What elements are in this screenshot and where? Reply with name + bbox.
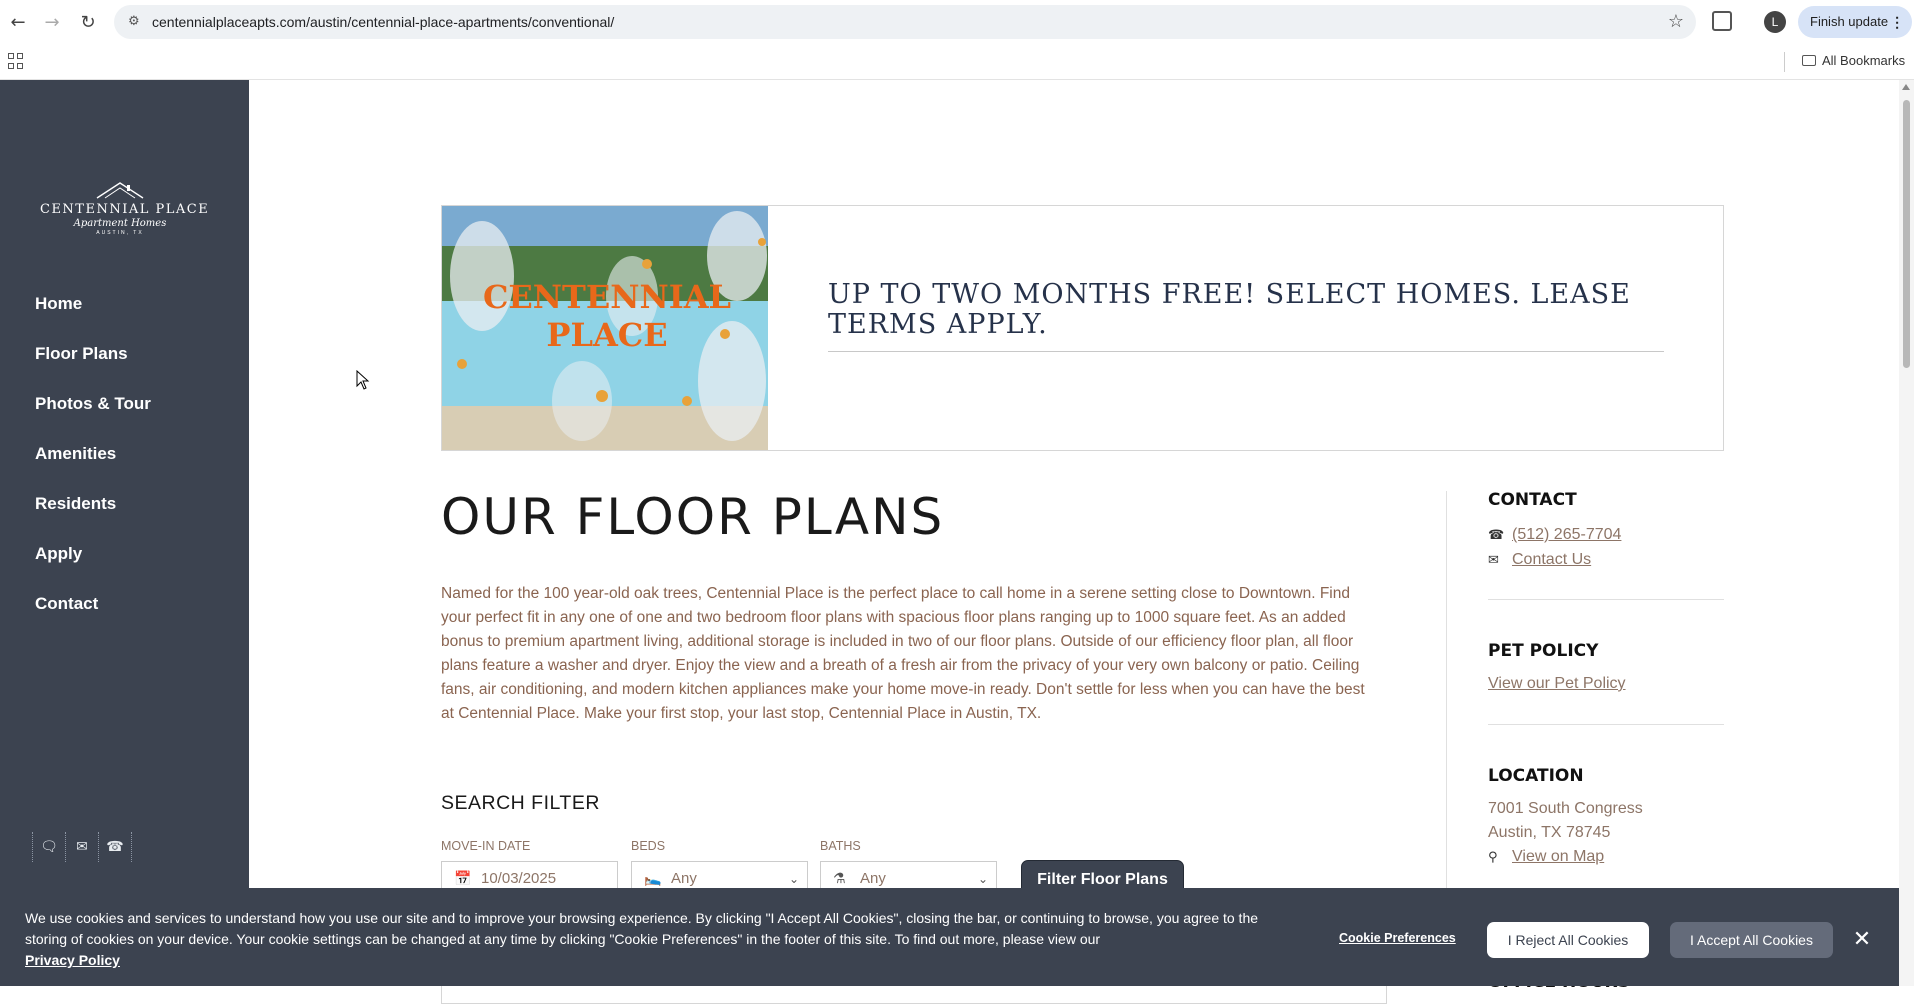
phone-link[interactable]: (512) 265-7704 bbox=[1512, 526, 1621, 543]
phone-icon: ☎ bbox=[1488, 528, 1505, 543]
reload-icon[interactable]: ↻ bbox=[76, 10, 100, 34]
cookie-message: We use cookies and services to understan… bbox=[25, 908, 1277, 971]
map-pin-icon: ⚲ bbox=[1488, 850, 1498, 865]
promo-divider bbox=[828, 351, 1664, 352]
beds-label: BEDS bbox=[631, 839, 666, 853]
sidebar-item-floor-plans[interactable]: Floor Plans bbox=[35, 344, 151, 394]
promo-headline: UP TO TWO MONTHS FREE! SELECT HOMES. LEA… bbox=[828, 279, 1631, 340]
mouse-cursor-icon bbox=[356, 370, 370, 390]
address-bar[interactable]: ⚙ centennialplaceapts.com/austin/centenn… bbox=[114, 5, 1696, 39]
scrollbar-thumb[interactable] bbox=[1903, 100, 1910, 368]
forward-icon[interactable]: → bbox=[40, 10, 64, 34]
finish-update-label: Finish update bbox=[1810, 14, 1889, 29]
view-on-map-link[interactable]: View on Map bbox=[1512, 848, 1604, 865]
logo-location: AUSTIN, TX bbox=[96, 230, 144, 236]
info-column: CONTACT ☎ (512) 265-7704 ✉ Contact Us PET … bbox=[1488, 490, 1724, 870]
logo-name: CENTENNIAL PLACE bbox=[40, 202, 210, 217]
move-in-date-label: MOVE-IN DATE bbox=[441, 839, 531, 853]
privacy-policy-link[interactable]: Privacy Policy bbox=[25, 952, 120, 968]
phone-icon[interactable]: ☎ bbox=[99, 832, 132, 862]
intro-paragraph: Named for the 100 year-old oak trees, Ce… bbox=[441, 585, 1365, 722]
page-title: OUR FLOOR PLANS bbox=[441, 488, 945, 546]
sidebar-quick-actions: 🗨 ✉ ☎ bbox=[32, 832, 132, 862]
logo-subtitle: Apartment Homes bbox=[73, 218, 167, 229]
url-text[interactable]: centennialplaceapts.com/austin/centennia… bbox=[152, 14, 614, 30]
move-in-date-value: 10/03/2025 bbox=[481, 870, 557, 887]
accept-cookies-button[interactable]: I Accept All Cookies bbox=[1670, 922, 1833, 958]
search-filter-title: SEARCH FILTER bbox=[441, 792, 600, 814]
scroll-up-icon[interactable] bbox=[1902, 84, 1910, 90]
chat-icon[interactable]: 🗨 bbox=[33, 832, 66, 862]
info-divider bbox=[1488, 599, 1724, 600]
baths-value: Any bbox=[860, 870, 886, 887]
star-icon[interactable]: ☆ bbox=[1668, 11, 1684, 32]
page-scrollbar[interactable] bbox=[1899, 80, 1914, 986]
contact-row: ✉ Contact Us bbox=[1488, 548, 1724, 573]
sidebar-item-apply[interactable]: Apply bbox=[35, 544, 151, 594]
sidebar-item-amenities[interactable]: Amenities bbox=[35, 444, 151, 494]
bookmarks-divider bbox=[1784, 52, 1785, 72]
reject-cookies-button[interactable]: I Reject All Cookies bbox=[1487, 922, 1649, 958]
sidebar-nav: Home Floor Plans Photos & Tour Amenities… bbox=[35, 294, 151, 644]
all-bookmarks-label: All Bookmarks bbox=[1822, 53, 1906, 68]
address-line-2: Austin, TX 78745 bbox=[1488, 824, 1611, 841]
phone-row: ☎ (512) 265-7704 bbox=[1488, 523, 1724, 548]
address-line-1: 7001 South Congress bbox=[1488, 800, 1643, 817]
cookie-text: We use cookies and services to understan… bbox=[25, 910, 1259, 947]
site-logo[interactable]: CENTENNIAL PLACE Apartment Homes AUSTIN,… bbox=[40, 180, 210, 236]
all-bookmarks-button[interactable]: All Bookmarks bbox=[1802, 53, 1905, 68]
extensions-icon[interactable] bbox=[1712, 11, 1732, 31]
menu-dots-icon: ⋮ bbox=[1890, 14, 1905, 30]
sidebar-item-residents[interactable]: Residents bbox=[35, 494, 151, 544]
folder-icon bbox=[1802, 55, 1816, 66]
close-icon[interactable]: ✕ bbox=[1850, 928, 1874, 952]
apps-icon[interactable] bbox=[8, 53, 24, 69]
baths-label: BATHS bbox=[820, 839, 861, 853]
pet-policy-heading: PET POLICY bbox=[1488, 641, 1599, 661]
roof-logo-icon bbox=[96, 182, 144, 199]
mail-icon[interactable]: ✉ bbox=[66, 832, 99, 862]
beds-value: Any bbox=[671, 870, 697, 887]
cookie-banner: We use cookies and services to understan… bbox=[0, 888, 1899, 986]
contact-heading: CONTACT bbox=[1488, 490, 1577, 510]
contact-us-link[interactable]: Contact Us bbox=[1512, 551, 1591, 568]
bookmarks-bar: All Bookmarks bbox=[0, 44, 1914, 80]
promo-image: CENTENNIAL PLACE bbox=[442, 206, 768, 450]
map-row: ⚲ View on Map bbox=[1488, 845, 1724, 870]
finish-update-button[interactable]: Finish update ⋮ bbox=[1798, 6, 1913, 38]
promo-image-text: CENTENNIAL PLACE bbox=[482, 278, 732, 354]
profile-avatar[interactable]: L bbox=[1764, 11, 1786, 33]
pet-policy-link[interactable]: View our Pet Policy bbox=[1488, 675, 1626, 692]
promo-banner: CENTENNIAL PLACE UP TO TWO MONTHS FREE! … bbox=[441, 205, 1724, 451]
back-icon[interactable]: ← bbox=[6, 10, 30, 34]
sidebar: CENTENNIAL PLACE Apartment Homes AUSTIN,… bbox=[0, 80, 249, 986]
pet-policy-row: View our Pet Policy bbox=[1488, 672, 1724, 696]
site-info-icon[interactable]: ⚙ bbox=[128, 14, 144, 30]
cookie-preferences-link[interactable]: Cookie Preferences bbox=[1339, 931, 1456, 945]
info-divider bbox=[1488, 724, 1724, 725]
location-heading: LOCATION bbox=[1488, 766, 1584, 786]
sidebar-item-contact[interactable]: Contact bbox=[35, 594, 151, 644]
sidebar-item-photos-tour[interactable]: Photos & Tour bbox=[35, 394, 151, 444]
browser-toolbar: ← → ↻ ⚙ centennialplaceapts.com/austin/c… bbox=[0, 0, 1914, 44]
sidebar-item-home[interactable]: Home bbox=[35, 294, 151, 344]
mail-icon: ✉ bbox=[1488, 553, 1499, 568]
